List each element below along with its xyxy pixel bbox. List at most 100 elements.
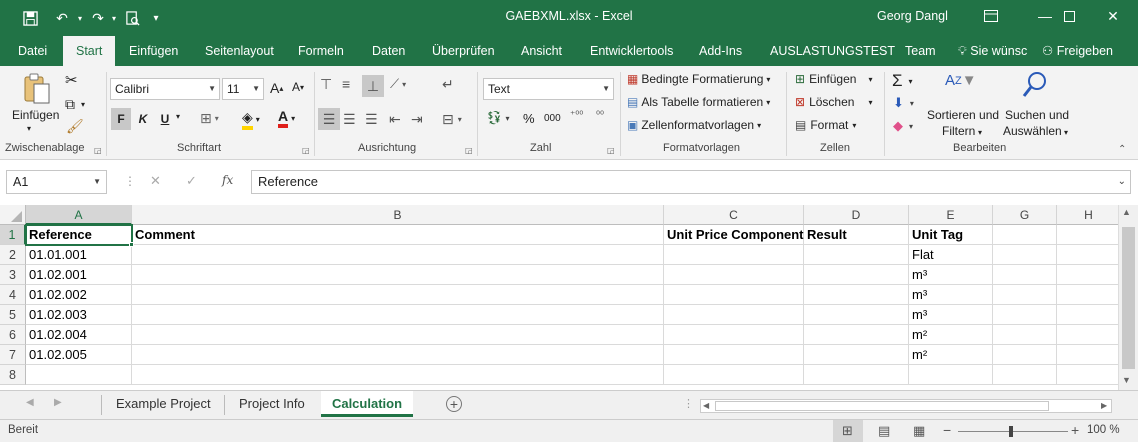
column-header-g[interactable]: G (993, 205, 1057, 225)
cell-a8[interactable] (26, 365, 132, 385)
cell-b8[interactable] (132, 365, 664, 385)
cell-d4[interactable] (804, 285, 909, 305)
cell-c3[interactable] (664, 265, 804, 285)
format-cells-button[interactable]: ▤ Format ▾ (795, 118, 856, 132)
paste-button-label[interactable]: Einfügen (12, 108, 59, 122)
copy-icon[interactable]: ⧉ ▾ (65, 96, 85, 113)
sort-filter-icon[interactable]: A Z ▼ (945, 72, 977, 89)
tab-auslastungstest[interactable]: AUSLASTUNGSTEST (770, 36, 895, 66)
row-header-4[interactable]: 4 (0, 285, 26, 305)
clear-icon[interactable]: ◆ ▾ (893, 118, 913, 134)
cut-icon[interactable]: ✂ (65, 71, 78, 89)
page-break-view-icon[interactable]: ▦ (913, 423, 925, 439)
tab-split-grip-icon[interactable]: ⋮ (683, 397, 694, 410)
maximize-icon[interactable] (1046, 0, 1092, 32)
conditional-formatting-button[interactable]: ▦ Bedingte Formatierung ▾ (627, 72, 770, 86)
scroll-up-icon[interactable]: ▲ (1122, 207, 1131, 217)
scrollbar-thumb[interactable] (1122, 227, 1135, 369)
cell-g8[interactable] (993, 365, 1057, 385)
tab-daten[interactable]: Daten (372, 36, 405, 66)
delete-cells-button[interactable]: ⊠ Löschen ▾ (795, 95, 872, 109)
cell-e5[interactable]: m³ (909, 305, 993, 325)
vertical-scrollbar[interactable]: ▲ ▼ (1118, 205, 1138, 390)
paste-icon[interactable] (22, 72, 52, 106)
scroll-down-icon[interactable]: ▼ (1122, 375, 1131, 385)
cell-d6[interactable] (804, 325, 909, 345)
row-header-8[interactable]: 8 (0, 365, 26, 385)
cell-g4[interactable] (993, 285, 1057, 305)
font-size-combo[interactable]: 11 ▼ (222, 78, 264, 100)
cell-b7[interactable] (132, 345, 664, 365)
cell-d3[interactable] (804, 265, 909, 285)
align-middle-icon[interactable]: ≡ (342, 76, 350, 92)
number-launcher-icon[interactable]: ◲ (607, 146, 615, 155)
cell-e1[interactable]: Unit Tag (909, 225, 993, 245)
expand-formula-bar-icon[interactable]: ⌄ (1118, 171, 1126, 193)
zoom-in-icon[interactable]: + (1071, 422, 1079, 438)
cell-d2[interactable] (804, 245, 909, 265)
cell-a5[interactable]: 01.02.003 (26, 305, 132, 325)
cell-h4[interactable] (1057, 285, 1118, 305)
horizontal-scrollbar[interactable]: ◀ ▶ (700, 399, 1112, 413)
zoom-slider[interactable] (958, 431, 1068, 432)
font-name-combo[interactable]: Calibri ▼ (110, 78, 220, 100)
thousands-separator-button[interactable]: 000 (544, 113, 561, 124)
cell-a6[interactable]: 01.02.004 (26, 325, 132, 345)
cell-g2[interactable] (993, 245, 1057, 265)
cell-a7[interactable]: 01.02.005 (26, 345, 132, 365)
zoom-slider-thumb[interactable] (1009, 426, 1013, 437)
worksheet-grid[interactable]: A B C D E G H 1 2 3 4 5 6 7 8 Reference … (0, 205, 1118, 385)
cell-a2[interactable]: 01.01.001 (26, 245, 132, 265)
sort-filter-label-2[interactable]: Filtern (942, 124, 975, 138)
cell-b1[interactable]: Comment (132, 225, 664, 245)
cell-g5[interactable] (993, 305, 1057, 325)
sort-filter-label-1[interactable]: Sortieren und (927, 108, 999, 122)
align-center-icon[interactable]: ☰ (343, 111, 356, 128)
accounting-format-icon[interactable]: 💱︎ ▾ (486, 110, 510, 126)
cell-a4[interactable]: 01.02.002 (26, 285, 132, 305)
percent-style-button[interactable]: % (523, 111, 535, 126)
cell-c7[interactable] (664, 345, 804, 365)
tab-start[interactable]: Start (63, 36, 116, 66)
cell-c6[interactable] (664, 325, 804, 345)
add-sheet-icon[interactable]: + (446, 396, 462, 412)
cell-a3[interactable]: 01.02.001 (26, 265, 132, 285)
font-launcher-icon[interactable]: ◲ (302, 146, 310, 155)
alignment-launcher-icon[interactable]: ◲ (465, 146, 473, 155)
cell-h8[interactable] (1057, 365, 1118, 385)
merge-center-icon[interactable]: ⊟ ▾ (442, 111, 462, 128)
tab-ueberpruefen[interactable]: Überprüfen (432, 36, 495, 66)
align-top-icon[interactable]: ⊤ (320, 76, 332, 93)
column-header-c[interactable]: C (664, 205, 804, 225)
cell-d1[interactable]: Result (804, 225, 909, 245)
column-header-e[interactable]: E (909, 205, 993, 225)
cell-styles-button[interactable]: ▣ Zellenformatvorlagen ▾ (627, 118, 761, 132)
tab-datei[interactable]: Datei (18, 36, 47, 66)
user-name[interactable]: Georg Dangl (877, 9, 948, 23)
tab-formeln[interactable]: Formeln (298, 36, 344, 66)
sheet-tab-example-project[interactable]: Example Project (116, 391, 211, 417)
cell-d5[interactable] (804, 305, 909, 325)
cell-h7[interactable] (1057, 345, 1118, 365)
increase-indent-icon[interactable]: ⇥ (411, 111, 423, 128)
close-icon[interactable]: ✕ (1090, 0, 1136, 32)
decrease-decimal-icon[interactable]: ⁰⁰ (596, 110, 604, 121)
column-header-h[interactable]: H (1057, 205, 1118, 225)
fill-icon[interactable]: ⬇ ▾ (893, 95, 914, 111)
cell-g3[interactable] (993, 265, 1057, 285)
bold-button[interactable]: F (111, 108, 131, 130)
cell-a1[interactable]: Reference (26, 225, 132, 245)
ribbon-display-options-icon[interactable] (968, 0, 1014, 32)
tell-me-search[interactable]: 💡︎ Sie wünsc (958, 36, 1027, 66)
sheet-tab-calculation[interactable]: Calculation (321, 391, 413, 417)
horizontal-scrollbar-thumb[interactable] (715, 401, 1049, 411)
tab-team[interactable]: Team (905, 36, 936, 66)
fill-color-icon[interactable]: ◈ ▾ (242, 109, 260, 130)
cell-g6[interactable] (993, 325, 1057, 345)
format-as-table-button[interactable]: ▤ Als Tabelle formatieren ▾ (627, 95, 770, 109)
cell-e6[interactable]: m² (909, 325, 993, 345)
column-header-a[interactable]: A (26, 205, 132, 225)
cell-c5[interactable] (664, 305, 804, 325)
wrap-text-icon[interactable]: ↵ (442, 76, 454, 93)
tab-ansicht[interactable]: Ansicht (521, 36, 562, 66)
